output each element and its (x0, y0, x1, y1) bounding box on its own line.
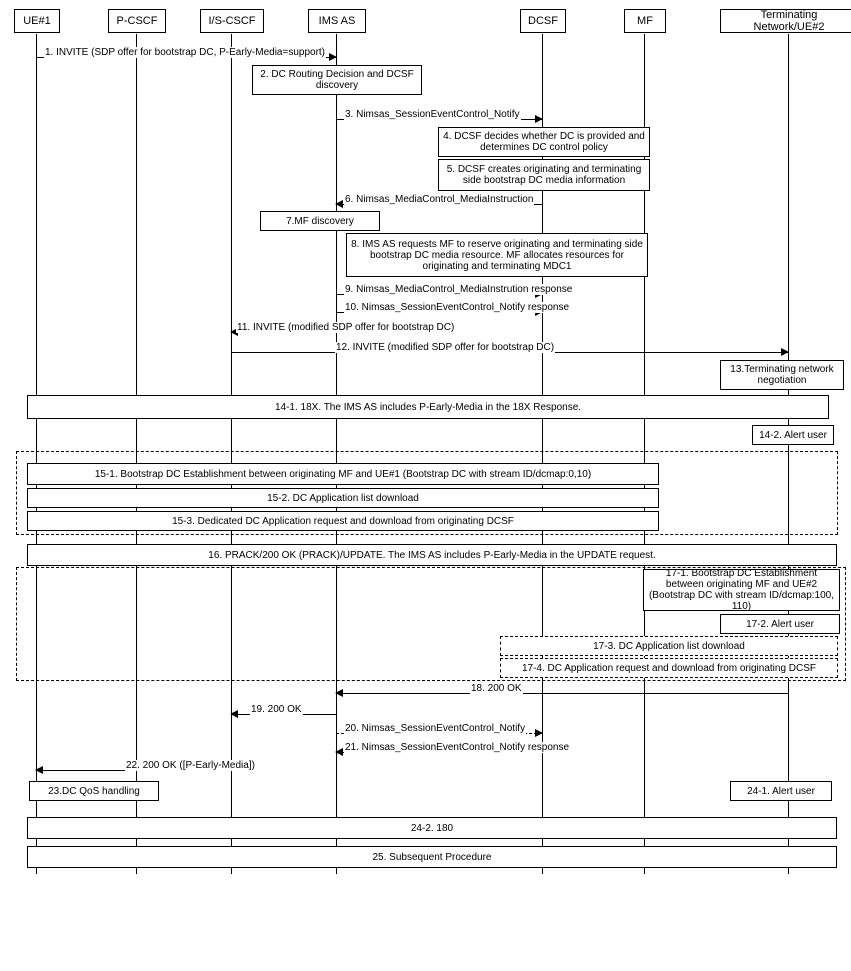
note-9: 23.DC QoS handling (29, 781, 159, 801)
span-0: 14-1. 18X. The IMS AS includes P-Early-M… (27, 395, 829, 419)
note-8: 17-2. Alert user (720, 614, 840, 634)
participant-mf: MF (624, 9, 666, 33)
span-4: 16. PRACK/200 OK (PRACK)/UPDATE. The IMS… (27, 544, 837, 566)
note-1: 4. DCSF decides whether DC is provided a… (438, 127, 650, 157)
note-10: 24-1. Alert user (730, 781, 832, 801)
span-1: 15-1. Bootstrap DC Establishment between… (27, 463, 659, 485)
message-7 (336, 693, 788, 694)
note-2: 5. DCSF creates originating and terminat… (438, 159, 650, 191)
message-label-8: 19. 200 OK (250, 704, 303, 715)
note-3: 7.MF discovery (260, 211, 380, 231)
message-label-9: 20. Nimsas_SessionEventControl_Notify (344, 723, 526, 734)
note-7: 17-1. Bootstrap DC Establishment between… (643, 569, 840, 611)
message-label-6: 12. INVITE (modified SDP offer for boots… (335, 342, 555, 353)
note-0: 2. DC Routing Decision and DCSF discover… (252, 65, 422, 95)
message-label-0: 1. INVITE (SDP offer for bootstrap DC, P… (44, 47, 326, 58)
message-label-11: 22. 200 OK ([P-Early-Media]) (125, 760, 256, 771)
note-6: 14-2. Alert user (752, 425, 834, 445)
span-5: 17-3. DC Application list download (500, 636, 838, 656)
message-label-10: 21. Nimsas_SessionEventControl_Notify re… (344, 742, 570, 753)
span-2: 15-2. DC Application list download (27, 488, 659, 508)
span-6: 17-4. DC Application request and downloa… (500, 658, 838, 678)
participant-term: Terminating Network/UE#2 (720, 9, 851, 33)
message-label-1: 3. Nimsas_SessionEventControl_Notify (344, 109, 521, 120)
note-4: 8. IMS AS requests MF to reserve origina… (346, 233, 648, 277)
participant-pcscf: P-CSCF (108, 9, 166, 33)
message-label-3: 9. Nimsas_MediaControl_MediaInstrution r… (344, 284, 573, 295)
participant-dcsf: DCSF (520, 9, 566, 33)
participant-iscscf: I/S-CSCF (200, 9, 264, 33)
span-3: 15-3. Dedicated DC Application request a… (27, 511, 659, 531)
span-8: 25. Subsequent Procedure (27, 846, 837, 868)
message-label-4: 10. Nimsas_SessionEventControl_Notify re… (344, 302, 570, 313)
span-7: 24-2. 180 (27, 817, 837, 839)
note-5: 13.Terminating network negotiation (720, 360, 844, 390)
message-label-5: 11. INVITE (modified SDP offer for boots… (236, 322, 455, 333)
message-label-2: 6. Nimsas_MediaControl_MediaInstruction (344, 194, 534, 205)
participant-imsas: IMS AS (308, 9, 366, 33)
message-label-7: 18. 200 OK (470, 683, 523, 694)
participant-ue1: UE#1 (14, 9, 60, 33)
